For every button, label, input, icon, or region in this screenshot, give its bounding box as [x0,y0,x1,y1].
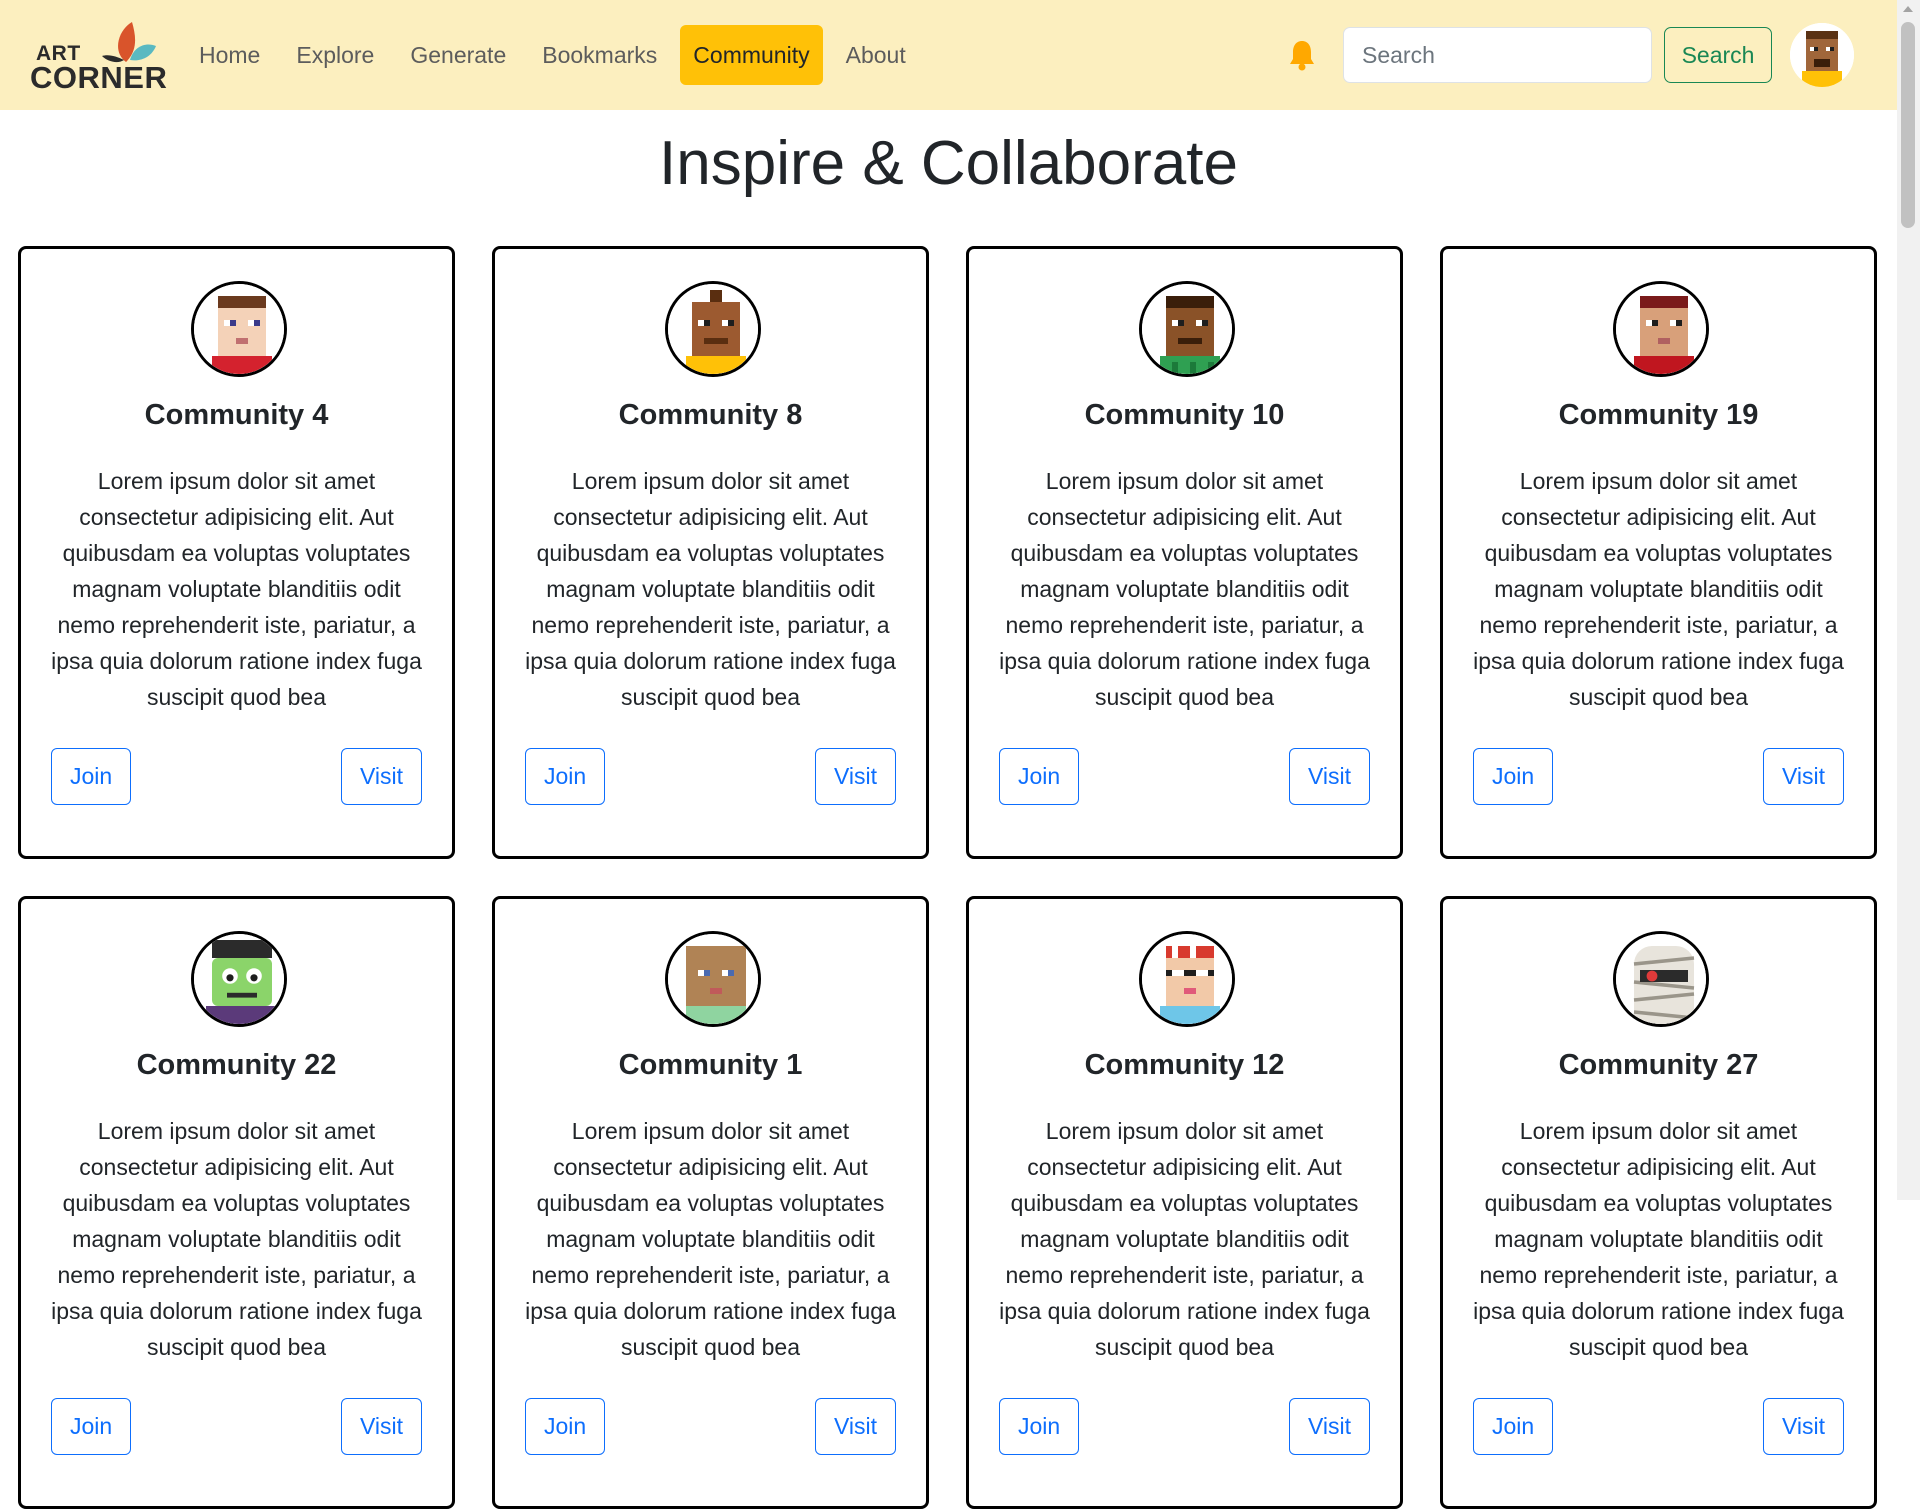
logo-leaves-icon [102,22,156,63]
visit-button[interactable]: Visit [340,748,422,805]
community-avatar [665,281,761,377]
join-button[interactable]: Join [999,1398,1080,1455]
nav-links: Home Explore Generate Bookmarks Communit… [186,25,929,85]
join-button[interactable]: Join [1473,1398,1554,1455]
search-input[interactable] [1343,27,1652,83]
community-title: Community 19 [1558,399,1759,431]
bell-icon[interactable] [1288,39,1316,71]
community-avatar [1613,931,1709,1027]
community-card: Community 19 Lorem ipsum dolor sit amet … [1440,246,1877,859]
community-card: Community 8 Lorem ipsum dolor sit amet c… [492,246,929,859]
nav-item-home[interactable]: Home [186,25,273,85]
visit-button[interactable]: Visit [814,1398,896,1455]
community-title: Community 27 [1558,1049,1759,1081]
community-description: Lorem ipsum dolor sit amet consectetur a… [51,1118,422,1360]
community-description: Lorem ipsum dolor sit amet consectetur a… [1473,468,1844,710]
community-card: Community 22 Lorem ipsum dolor sit amet … [18,896,455,1509]
community-card: Community 4 Lorem ipsum dolor sit amet c… [18,246,455,859]
visit-button[interactable]: Visit [1288,1398,1370,1455]
nav-item-explore[interactable]: Explore [283,25,387,85]
nav-item-bookmarks[interactable]: Bookmarks [529,25,670,85]
visit-button[interactable]: Visit [1762,1398,1844,1455]
community-card: Community 10 Lorem ipsum dolor sit amet … [966,246,1403,859]
join-button[interactable]: Join [1473,748,1554,805]
search-button[interactable]: Search [1664,27,1772,83]
community-description: Lorem ipsum dolor sit amet consectetur a… [1473,1118,1844,1360]
community-title: Community 4 [144,399,329,431]
community-card: Community 12 Lorem ipsum dolor sit amet … [966,896,1403,1509]
visit-button[interactable]: Visit [814,748,896,805]
nav-item-about[interactable]: About [833,25,919,85]
join-button[interactable]: Join [51,1398,132,1455]
community-description: Lorem ipsum dolor sit amet consectetur a… [999,468,1370,710]
community-avatar [665,931,761,1027]
community-description: Lorem ipsum dolor sit amet consectetur a… [525,468,896,710]
community-description: Lorem ipsum dolor sit amet consectetur a… [999,1118,1370,1360]
community-avatar [191,281,287,377]
community-title: Community 1 [618,1049,803,1081]
community-title: Community 12 [1084,1049,1285,1081]
community-avatar [1139,931,1235,1027]
page-title: Inspire & Collaborate [659,129,1238,198]
community-avatar [1613,281,1709,377]
art-corner-logo[interactable]: ART CORNER [30,18,167,95]
nav-item-community[interactable]: Community [680,25,823,85]
community-description: Lorem ipsum dolor sit amet consectetur a… [525,1118,896,1360]
community-title: Community 22 [136,1049,337,1081]
scrollbar-thumb[interactable] [1901,22,1915,228]
community-description: Lorem ipsum dolor sit amet consectetur a… [51,468,422,710]
community-avatar [1139,281,1235,377]
join-button[interactable]: Join [525,748,606,805]
visit-button[interactable]: Visit [1762,748,1844,805]
user-avatar[interactable] [1790,23,1854,87]
community-title: Community 8 [618,399,803,431]
join-button[interactable]: Join [525,1398,606,1455]
logo-text-corner: CORNER [30,60,168,95]
join-button[interactable]: Join [51,748,132,805]
community-title: Community 10 [1084,399,1285,431]
community-avatar [191,931,287,1027]
visit-button[interactable]: Visit [1288,748,1370,805]
nav-item-generate[interactable]: Generate [397,25,519,85]
visit-button[interactable]: Visit [340,1398,422,1455]
page-scrollbar[interactable] [1897,0,1920,1200]
community-card: Community 1 Lorem ipsum dolor sit amet c… [492,896,929,1509]
scroll-up-icon[interactable] [1903,6,1913,12]
top-navbar: ART CORNER Home Explore Generate Bookmar… [0,0,1897,110]
community-card: Community 27 Lorem ipsum dolor sit amet … [1440,896,1877,1509]
join-button[interactable]: Join [999,748,1080,805]
